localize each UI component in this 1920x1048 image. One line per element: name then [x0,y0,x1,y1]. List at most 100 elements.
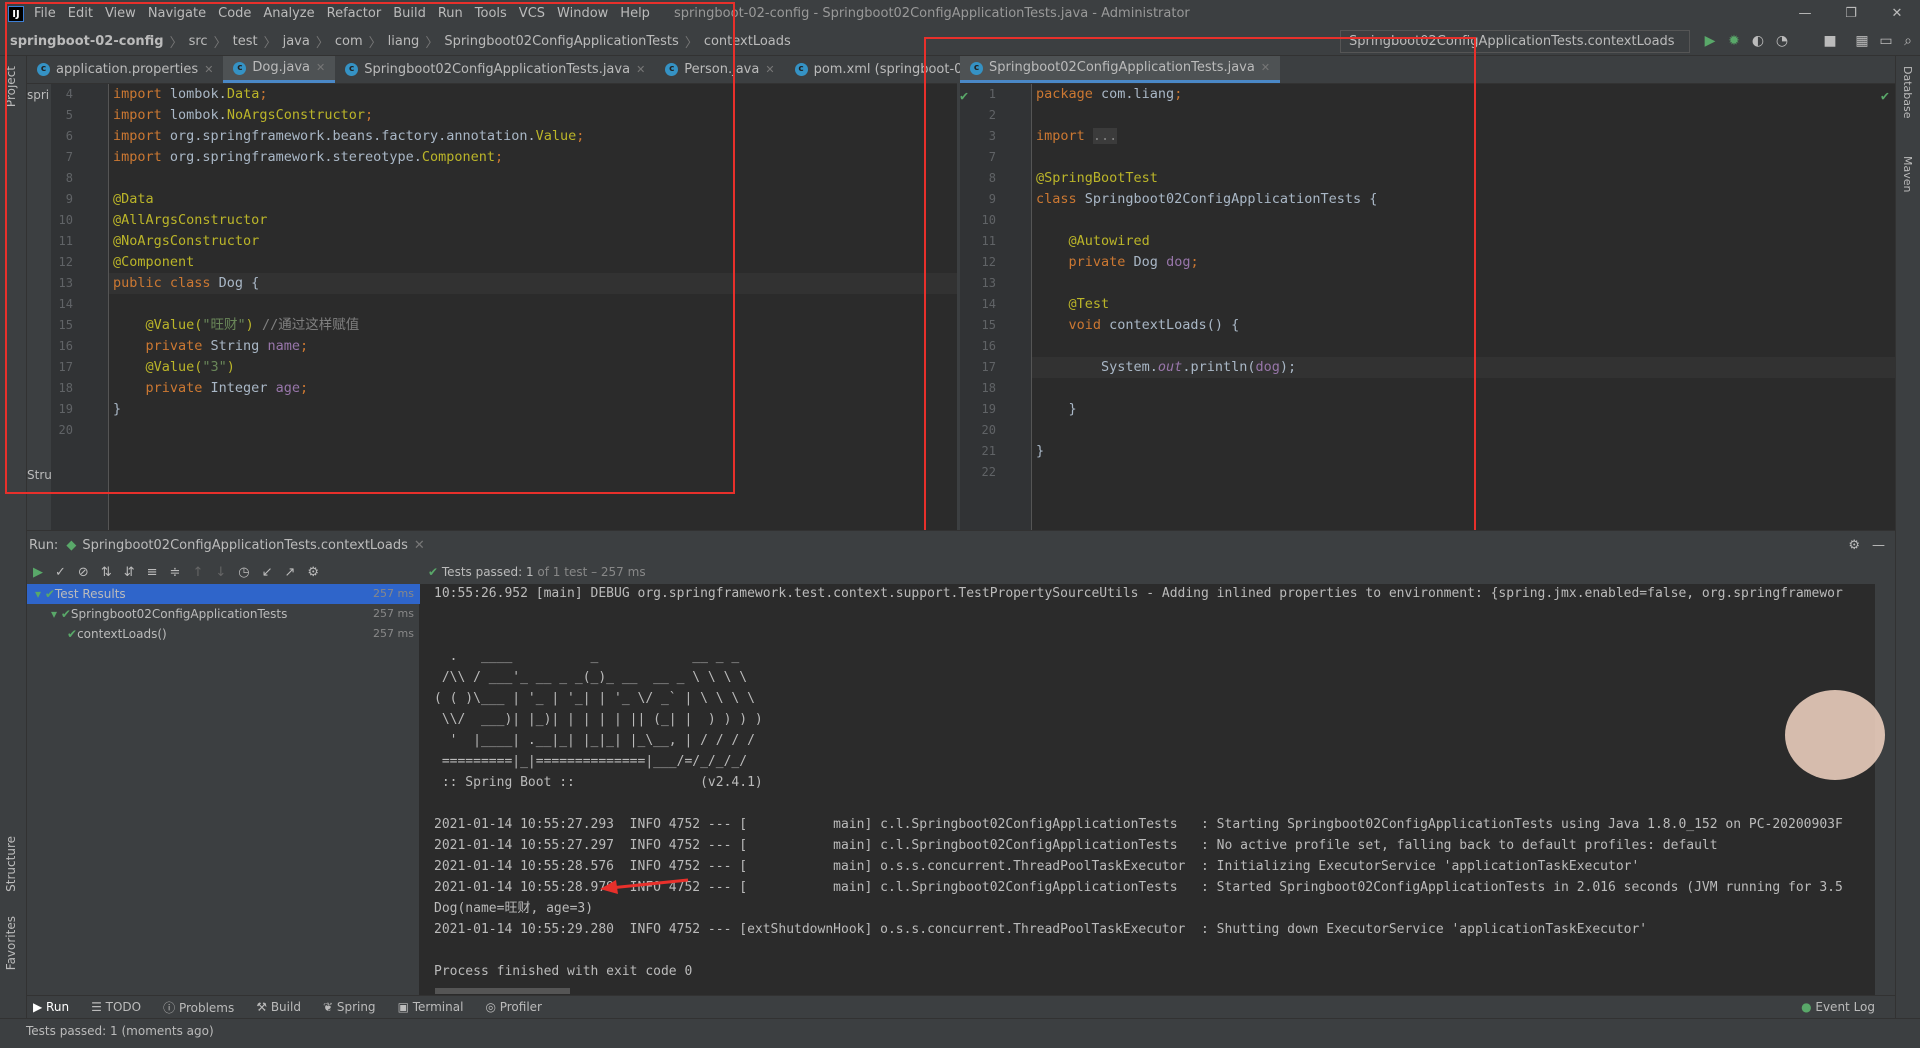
console-horizontal-scrollbar[interactable] [435,988,570,994]
debug-icon[interactable]: ✹ [1724,30,1744,52]
tool-tab-problems[interactable]: ⓘ Problems [163,999,234,1016]
search-icon[interactable]: ⌕ [1898,30,1918,52]
expand-all-icon[interactable]: ≡ [147,565,158,580]
menu-file[interactable]: File [34,6,56,21]
close-tab-icon[interactable]: ✕ [316,54,325,82]
menu-tools[interactable]: Tools [475,6,507,21]
editor-tab[interactable]: c Dog.java ✕ [223,54,336,83]
code-line[interactable]: } [1036,441,1044,462]
menu-window[interactable]: Window [557,6,608,21]
breadcrumb-item[interactable]: src [189,34,208,49]
settings-icon[interactable]: ⚙ [307,565,319,580]
menu-edit[interactable]: Edit [68,6,93,21]
menu-run[interactable]: Run [438,6,463,21]
settings-icon[interactable]: ⚙ [1848,538,1860,553]
tool-tab-build[interactable]: ⚒ Build [256,1000,301,1014]
project-tool-button[interactable]: Project [4,66,18,107]
code-line[interactable]: class Springboot02ConfigApplicationTests… [1036,189,1377,210]
code-line[interactable]: System.out.println(dog); [1036,357,1296,378]
menu-view[interactable]: View [105,6,136,21]
right-code-editor[interactable]: ✔ ✔ 1 package com.liang; 2 3 import ... 7 8 @Sp… [960,84,1895,530]
show-passed-icon[interactable]: ✓ [55,565,66,580]
code-line[interactable]: public class Dog { [113,273,259,294]
code-line[interactable]: import org.springframework.beans.factory… [113,126,584,147]
breadcrumb-item[interactable]: Springboot02ConfigApplicationTests [444,34,678,49]
code-line[interactable]: @Autowired [1036,231,1150,252]
menu-navigate[interactable]: Navigate [148,6,206,21]
collapse-all-icon[interactable]: ≑ [170,565,181,580]
code-line[interactable]: @Test [1036,294,1110,315]
run-configuration-select[interactable]: Springboot02ConfigApplicationTests.conte… [1340,30,1690,70]
code-line[interactable]: import ... [1036,126,1118,147]
breadcrumb-item[interactable]: liang [388,34,420,49]
import-icon[interactable]: ↙ [262,565,273,580]
breadcrumb-item[interactable]: springboot-02-config [10,34,164,49]
run-icon[interactable]: ▶ [1700,30,1720,52]
hide-icon[interactable]: — [1872,538,1885,553]
next-test-icon[interactable]: ↓ [215,565,226,580]
close-tab-icon[interactable]: ✕ [1261,54,1270,82]
profile-icon[interactable]: ◔ [1772,30,1792,52]
breadcrumb-item[interactable]: contextLoads [704,34,791,49]
breadcrumb-item[interactable]: test [233,34,258,49]
code-line[interactable]: private Dog dog; [1036,252,1199,273]
code-line[interactable]: @Data [113,189,154,210]
editor-tab[interactable]: c Springboot02ConfigApplicationTests.java… [960,54,1281,83]
tool-tab-todo[interactable]: ☰ TODO [91,1000,141,1014]
editor-tab[interactable]: c application.properties ✕ [27,56,223,83]
minimize-icon[interactable]: — [1782,0,1828,27]
close-tab-icon[interactable]: ✕ [204,56,213,84]
breadcrumb-item[interactable]: com [335,34,363,49]
code-line[interactable]: } [1036,399,1077,420]
show-ignored-icon[interactable]: ⊘ [78,565,89,580]
menu-build[interactable]: Build [393,6,426,21]
code-line[interactable]: private String name; [113,336,309,357]
test-tree-row[interactable]: ✔ contextLoads() 257 ms [27,624,420,644]
structure-tool-button[interactable]: Structure [4,836,18,892]
editor-tab[interactable]: c Person.java ✕ [655,56,784,83]
tool-tab-run[interactable]: ▶ Run [33,1000,69,1014]
code-line[interactable]: package com.liang; [1036,84,1182,105]
history-icon[interactable]: ◷ [238,565,249,580]
code-line[interactable]: @Value("3") [113,357,235,378]
sort-duration-icon[interactable]: ⇵ [124,565,135,580]
event-log-button[interactable]: Event Log [1815,1000,1875,1014]
code-line[interactable]: private Integer age; [113,378,309,399]
project-structure-icon[interactable]: ▦ [1852,30,1872,52]
maven-tool-button[interactable]: Maven [1901,156,1914,192]
code-line[interactable]: import lombok.Data; [113,84,267,105]
menu-code[interactable]: Code [218,6,251,21]
close-tab-icon[interactable]: ✕ [636,56,645,84]
code-line[interactable]: @AllArgsConstructor [113,210,267,231]
favorites-tool-button[interactable]: Favorites [4,916,18,970]
menu-refactor[interactable]: Refactor [327,6,382,21]
code-line[interactable]: @NoArgsConstructor [113,231,259,252]
export-icon[interactable]: ↗ [285,565,296,580]
code-line[interactable]: import org.springframework.stereotype.Co… [113,147,503,168]
code-line[interactable]: @SpringBootTest [1036,168,1158,189]
prev-test-icon[interactable]: ↑ [192,565,203,580]
close-tab-icon[interactable]: ✕ [765,56,774,84]
menu-help[interactable]: Help [620,6,650,21]
code-line[interactable]: import lombok.NoArgsConstructor; [113,105,373,126]
tool-tab-terminal[interactable]: ▣ Terminal [398,1000,464,1014]
test-tree-row[interactable]: ▾ ✔ Test Results 257 ms [27,584,420,604]
code-line[interactable]: void contextLoads() { [1036,315,1240,336]
close-icon[interactable]: ✕ [1874,0,1920,27]
sort-alpha-icon[interactable]: ⇅ [101,565,112,580]
structure-label[interactable]: Stru [27,468,52,482]
stop-icon[interactable]: ■ [1820,30,1840,52]
tool-tab-profiler[interactable]: ◎ Profiler [485,1000,542,1014]
rerun-icon[interactable]: ▶ [33,565,43,580]
editor-tab[interactable]: c Springboot02ConfigApplicationTests.java… [335,56,655,83]
menu-analyze[interactable]: Analyze [263,6,314,21]
console-output[interactable]: 10:55:26.952 [main] DEBUG org.springfram… [420,584,1875,995]
database-tool-button[interactable]: Database [1901,66,1914,119]
project-tree-label[interactable]: spri [27,88,49,102]
coverage-icon[interactable]: ◐ [1748,30,1768,52]
tool-tab-spring[interactable]: ❦ Spring [323,1000,376,1014]
code-line[interactable]: } [113,399,121,420]
menu-vcs[interactable]: VCS [519,6,545,21]
code-line[interactable]: @Value("旺财") //通过这样赋值 [113,315,360,336]
layout-icon[interactable]: ▭ [1876,30,1896,52]
